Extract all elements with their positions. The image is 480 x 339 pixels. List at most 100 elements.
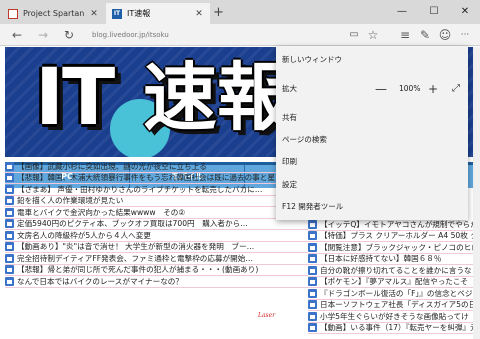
address-bar[interactable]: blog.livedoor.jp/itsoku	[92, 28, 342, 42]
left-article-list: 【画像】武藏小杉に突如出現、謎の光が夜空に立ち上る 【悲報】韓国、木浦大統領暴行…	[5, 161, 308, 288]
tab-it-soku[interactable]: IT IT速報 ✕	[106, 3, 210, 24]
like-icon[interactable]	[5, 161, 14, 171]
like-icon[interactable]	[308, 300, 317, 310]
list-item[interactable]: 小学5年生ぐらいが好きそうな画像貼ってけ	[308, 311, 478, 323]
list-item[interactable]: 【閲覧注意】ブラックジャック・ピノコのヒロイ	[308, 242, 478, 254]
list-item[interactable]: 【悲報】韓国、木浦大統領暴行事件をもう忘れ韓国社会は既に過去の事と星	[5, 173, 308, 184]
list-item[interactable]: 【日本に好感持てない】韓国６８％	[308, 254, 478, 265]
like-icon[interactable]	[5, 196, 14, 206]
menu-print[interactable]: 印刷	[282, 154, 297, 170]
hub-icon[interactable]: ≡	[396, 26, 414, 44]
close-tab-icon[interactable]: ✕	[89, 9, 99, 19]
tab-title: Project Spartan	[23, 9, 85, 18]
more-actions-menu: 新しいウィンドウ 拡大 — 100% + ⤢ 共有 ページの検索 印刷 設定 F…	[276, 46, 468, 220]
like-icon[interactable]	[5, 265, 14, 275]
article-link[interactable]: 『ドラゴンボール復活の「F」』の信念とベジタ	[320, 288, 478, 299]
like-icon[interactable]	[308, 254, 317, 264]
menu-share[interactable]: 共有	[282, 110, 297, 126]
menu-find-on-page[interactable]: ページの検索	[282, 132, 327, 148]
list-item[interactable]: 【動画あり】"炎"は音で消せ！ 大学生が新型の消火器を発明 ブー…	[5, 242, 308, 253]
article-link[interactable]: 【悲報】帰と弟が同じ所で死んだ事件の犯人が捕まる・・・(動画あり)	[17, 265, 258, 276]
menu-settings[interactable]: 設定	[282, 177, 297, 193]
article-link[interactable]: 【ポケモン】『夢アマルス』配信やったこそ	[320, 277, 468, 288]
article-link[interactable]: 小学5年生ぐらいが好きそうな画像貼ってけ	[320, 311, 469, 322]
list-item[interactable]: 【動画】いる事件（17）『転売ヤーを糾弾』元	[308, 323, 478, 334]
like-icon[interactable]	[308, 265, 317, 275]
like-icon[interactable]	[5, 242, 14, 252]
article-link[interactable]: 【悲報】韓国、木浦大統領暴行事件をもう忘れ韓国社会は既に過去の事と星	[17, 173, 275, 184]
like-icon[interactable]	[308, 323, 317, 333]
list-item[interactable]: 完全招待制デイティアFF発表会、ファミ通枠と電撃枠の応募が開始…	[5, 253, 308, 265]
fullscreen-icon[interactable]: ⤢	[450, 81, 462, 97]
menu-devtools[interactable]: F12 開発者ツール	[282, 199, 343, 215]
article-link[interactable]: 【動画】いる事件（17）『転売ヤーを糾弾』元	[320, 323, 478, 334]
list-item[interactable]: 日本ーソフトウェア社長「ディスガイア5の日…	[308, 300, 478, 311]
back-icon[interactable]: ←	[8, 26, 26, 44]
article-link[interactable]: 【特価】プラス クリアーホルダー A4 50枚 クリ	[320, 231, 478, 242]
like-icon[interactable]	[308, 311, 317, 321]
article-link[interactable]: 文房名人の降級枠が5人から４人へ変更	[17, 230, 151, 241]
article-link[interactable]: 鉛を描く人の作業環境が見たい	[17, 196, 123, 207]
article-link[interactable]: 自分の靴が擦り切れてることを誰かに言うな	[320, 265, 472, 276]
article-link[interactable]: 【日本に好感持てない】韓国６８％	[320, 254, 442, 265]
close-tab-icon[interactable]: ✕	[194, 9, 204, 19]
feedback-smiley-icon[interactable]: ☺	[436, 26, 454, 44]
zoom-level: 100%	[399, 84, 421, 93]
like-icon[interactable]	[308, 242, 317, 252]
article-link[interactable]: 定価5940円のピクティ本、ブックオフ買取は700円 購入者から…	[17, 219, 248, 230]
minimize-button[interactable]: —	[387, 4, 417, 20]
like-icon[interactable]	[308, 288, 317, 298]
zoom-in-button[interactable]: +	[427, 81, 439, 97]
like-icon[interactable]	[308, 277, 317, 287]
list-item[interactable]: 文房名人の降級枠が5人から４人へ変更	[5, 230, 308, 242]
list-item[interactable]: 鉛を描く人の作業環境が見たい	[5, 196, 308, 207]
list-item[interactable]: 【特価】プラス クリアーホルダー A4 50枚 クリ	[308, 231, 478, 242]
maximize-button[interactable]: ☐	[419, 4, 449, 20]
list-item[interactable]: 電車とバイクで金沢向かった結果wwww その②	[5, 207, 308, 219]
zoom-out-button[interactable]: —	[375, 81, 387, 97]
like-icon[interactable]	[5, 173, 14, 183]
reading-view-icon[interactable]: ▭	[345, 26, 363, 44]
list-item[interactable]: 【ざまあ】 声優・田村ゆかりさんのライブチケットを転売したバカに…	[5, 184, 308, 196]
like-icon[interactable]	[5, 184, 14, 194]
close-window-button[interactable]: ✕	[450, 4, 480, 20]
article-link[interactable]: 【イッテQ】イモトアヤコさんが規制でやらか	[320, 219, 478, 230]
article-link[interactable]: 【画像】武藏小杉に突如出現、謎の光が夜空に立ち上る	[17, 161, 207, 172]
like-icon[interactable]	[5, 230, 14, 240]
list-item[interactable]: 【ポケモン】『夢アマルス』配信やったこそ	[308, 277, 478, 288]
article-link[interactable]: 【動画あり】"炎"は音で消せ！ 大学生が新型の消火器を発明 ブー…	[17, 242, 254, 253]
web-note-icon[interactable]: ✎	[416, 26, 434, 44]
like-icon[interactable]	[5, 253, 14, 263]
right-article-list: 【イッテQ】イモトアヤコさんが規制でやらか 【特価】プラス クリアーホルダー A…	[308, 219, 478, 334]
list-item[interactable]: 【画像】武藏小杉に突如出現、謎の光が夜空に立ち上る	[5, 161, 308, 173]
zoom-label: 拡大	[282, 84, 297, 93]
like-icon[interactable]	[5, 207, 14, 217]
list-item[interactable]: 自分の靴が擦り切れてることを誰かに言うな	[308, 265, 478, 277]
list-item[interactable]: 『ドラゴンボール復活の「F」』の信念とベジタ	[308, 288, 478, 300]
forward-icon[interactable]: →	[34, 26, 52, 44]
list-item[interactable]: 【イッテQ】イモトアヤコさんが規制でやらか	[308, 219, 478, 231]
article-link[interactable]: 完全招待制デイティアFF発表会、ファミ通枠と電撃枠の応募が開始…	[17, 253, 253, 264]
list-item[interactable]: 定価5940円のピクティ本、ブックオフ買取は700円 購入者から…	[5, 219, 308, 230]
list-item[interactable]: 【悲報】帰と弟が同じ所で死んだ事件の犯人が捕まる・・・(動画あり)	[5, 265, 308, 276]
spartan-tab-icon	[8, 8, 18, 19]
like-icon[interactable]	[5, 219, 14, 229]
title-bar: Project Spartan ✕ IT IT速報 ✕ + — ☐ ✕	[0, 0, 480, 24]
more-actions-icon[interactable]: ···	[456, 26, 474, 44]
like-icon[interactable]	[5, 276, 14, 286]
menu-new-window[interactable]: 新しいウィンドウ	[282, 52, 342, 68]
article-link[interactable]: 【閲覧注意】ブラックジャック・ピノコのヒロイ	[320, 242, 478, 253]
like-icon[interactable]	[308, 219, 317, 229]
article-link[interactable]: なんで日本ではバイクのレースがマイナーなの？	[17, 276, 183, 287]
list-item[interactable]: なんで日本ではバイクのレースがマイナーなの？	[5, 276, 308, 288]
article-link[interactable]: 日本ーソフトウェア社長「ディスガイア5の日…	[320, 300, 478, 311]
refresh-icon[interactable]: ↻	[60, 26, 78, 44]
article-link[interactable]: 電車とバイクで金沢向かった結果wwww その②	[17, 207, 185, 218]
new-tab-button[interactable]: +	[213, 5, 224, 20]
article-link[interactable]: 【ざまあ】 声優・田村ゆかりさんのライブチケットを転売したバカに…	[17, 184, 262, 195]
tab-project-spartan[interactable]: Project Spartan ✕	[2, 3, 105, 24]
laser-stamp: Laser	[258, 312, 276, 319]
favorite-star-icon[interactable]: ☆	[364, 26, 382, 44]
page-scrollbar[interactable]	[473, 47, 480, 339]
like-icon[interactable]	[308, 231, 317, 241]
